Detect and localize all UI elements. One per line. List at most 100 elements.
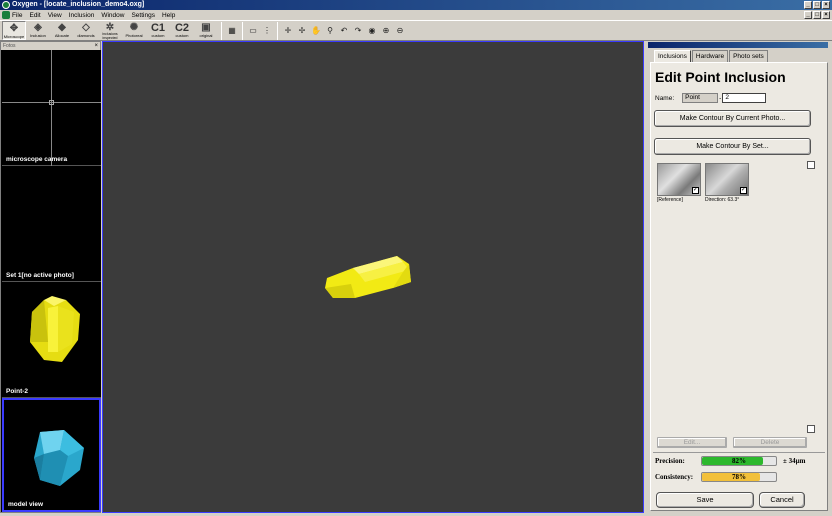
doc-restore-button[interactable]: □ <box>813 11 821 19</box>
minimize-button[interactable]: _ <box>804 1 812 9</box>
custom1-button[interactable]: C1 custom <box>146 21 170 40</box>
photoreal-label: Photoreal <box>125 33 143 38</box>
photo-caption: [Reference] <box>657 197 683 203</box>
move-icon[interactable]: ✛ <box>282 25 294 37</box>
doc-close-button[interactable]: × <box>822 11 830 19</box>
diamonds-button[interactable]: ◇ diamonds <box>74 21 98 40</box>
zoom-in-icon[interactable]: ⊕ <box>380 25 392 37</box>
close-icon[interactable]: × <box>94 42 98 50</box>
save-button[interactable]: Save <box>656 492 754 508</box>
custom2-button[interactable]: C2 custom <box>170 21 194 40</box>
consistency-percent: 78% <box>732 473 746 481</box>
name-label: Name: <box>655 94 675 102</box>
toolbar-separator <box>221 21 222 40</box>
precision-percent: 82% <box>732 457 746 465</box>
photo-caption: Direction: 63.3° <box>705 197 740 203</box>
tab-hardware[interactable]: Hardware <box>691 50 729 62</box>
name-dash: - <box>719 94 722 102</box>
toolbar: ✥ Microscope ◈ Inclusion ◆ Allocate ◇ di… <box>0 20 832 41</box>
tab-photo-sets[interactable]: Photo sets <box>729 50 768 62</box>
toolbar-separator <box>242 21 243 40</box>
view-thumb-label: microscope camera <box>6 156 68 163</box>
zoom-out-icon[interactable]: ⊖ <box>394 25 406 37</box>
photo-thumb-direction[interactable]: ✓ Direction: 63.3° <box>705 163 749 203</box>
yellow-inclusion-3d-model <box>325 256 411 298</box>
crosshair-vertical <box>51 50 52 166</box>
divider-icon[interactable]: ⋮ <box>261 25 273 37</box>
name-number-input[interactable]: 2 <box>722 93 767 103</box>
allocate-icon: ◆ <box>58 22 66 33</box>
inclusion-button[interactable]: ◈ Inclusion <box>26 21 50 40</box>
make-contour-by-set-button[interactable]: Make Contour By Set... <box>654 138 811 155</box>
inclusion-label: Inclusion <box>30 33 46 38</box>
view-thumb-microscope-camera[interactable]: microscope camera <box>2 50 101 166</box>
delete-button[interactable]: Delete <box>733 437 807 448</box>
views-panel: Fotos × microscope camera Set 1[no activ… <box>0 41 101 513</box>
yellow-inclusion-model <box>30 296 80 362</box>
microscope-label: Microscope <box>3 34 25 39</box>
cyan-diamond-model <box>34 430 84 486</box>
make-contour-by-photo-button[interactable]: Make Contour By Current Photo... <box>654 110 811 127</box>
photo-image: ✓ <box>705 163 749 196</box>
consistency-label: Consistency: <box>655 473 694 481</box>
menu-inclusion[interactable]: Inclusion <box>69 12 95 19</box>
page-title: Edit Point Inclusion <box>655 69 786 85</box>
layout-grid-icon[interactable]: ▦ <box>226 25 238 37</box>
layout-single-icon[interactable]: ▭ <box>247 25 259 37</box>
crosshair-center <box>49 100 54 105</box>
inclusions-inspected-label: inclusions inspected <box>102 32 118 40</box>
maximize-button[interactable]: □ <box>813 1 821 9</box>
diamonds-label: diamonds <box>77 33 95 38</box>
view-thumb-set1[interactable]: Set 1[no active photo] <box>2 166 101 282</box>
toolbar-separator <box>277 21 278 40</box>
photo-thumb-reference[interactable]: ✓ [Reference] <box>657 163 701 203</box>
precision-label: Precision: <box>655 457 685 465</box>
rotate-back-icon[interactable]: ↷ <box>352 25 364 37</box>
views-panel-title: Fotos <box>3 43 16 49</box>
original-button[interactable]: ▣ original <box>194 21 218 40</box>
stamp-icon[interactable]: ⚲ <box>324 25 336 37</box>
edit-button[interactable]: Edit... <box>657 437 727 448</box>
inclusion-icon: ◈ <box>34 22 42 33</box>
view-thumb-label: Set 1[no active photo] <box>6 272 74 279</box>
view-thumb-model-view[interactable]: model view <box>2 398 101 512</box>
eye-icon[interactable]: ◉ <box>366 25 378 37</box>
menu-file[interactable]: File <box>12 12 22 19</box>
title-bar: Oxygen - [locate_inclusion_demo4.oxg] <box>0 0 832 10</box>
custom1-label: custom <box>151 33 165 38</box>
app-icon <box>2 1 10 9</box>
custom2-icon: C2 <box>174 21 190 34</box>
divider <box>653 452 825 453</box>
menu-settings[interactable]: Settings <box>131 12 155 19</box>
view-thumb-label: model view <box>8 501 44 508</box>
menu-edit[interactable]: Edit <box>29 12 40 19</box>
pan-icon[interactable]: ✢ <box>296 25 308 37</box>
allocate-label: Allocate <box>54 33 70 38</box>
inclusions-inspected-button[interactable]: ✲ inclusions inspected <box>98 21 122 40</box>
consistency-bar: 78% <box>701 472 777 482</box>
photo-checkbox[interactable]: ✓ <box>740 187 747 194</box>
view-thumb-point-2[interactable]: Point-2 <box>2 282 101 398</box>
inclusion-edit-panel: Inclusions Hardware Photo sets Edit Poin… <box>646 41 832 513</box>
tab-inclusions[interactable]: Inclusions <box>654 50 691 62</box>
cancel-button[interactable]: Cancel <box>759 492 805 508</box>
menu-help[interactable]: Help <box>162 12 175 19</box>
scroll-up-button[interactable] <box>807 161 815 169</box>
window-controls: _ □ × <box>804 0 830 9</box>
custom1-icon: C1 <box>150 21 166 34</box>
main-3d-viewport[interactable] <box>102 41 644 513</box>
name-prefix-field: Point <box>682 93 719 103</box>
hand-icon[interactable]: ✋ <box>310 25 322 37</box>
microscope-button[interactable]: ✥ Microscope <box>2 21 26 40</box>
scroll-down-button[interactable] <box>807 425 815 433</box>
menu-window[interactable]: Window <box>101 12 124 19</box>
doc-minimize-button[interactable]: _ <box>804 11 812 19</box>
document-icon[interactable] <box>2 11 10 19</box>
photo-checkbox[interactable]: ✓ <box>692 187 699 194</box>
close-button[interactable]: × <box>822 1 830 9</box>
rotate-icon[interactable]: ↶ <box>338 25 350 37</box>
diamonds-icon: ◇ <box>82 22 90 33</box>
menu-view[interactable]: View <box>48 12 62 19</box>
allocate-button[interactable]: ◆ Allocate <box>50 21 74 40</box>
photoreal-button[interactable]: ✺ Photoreal <box>122 21 146 40</box>
